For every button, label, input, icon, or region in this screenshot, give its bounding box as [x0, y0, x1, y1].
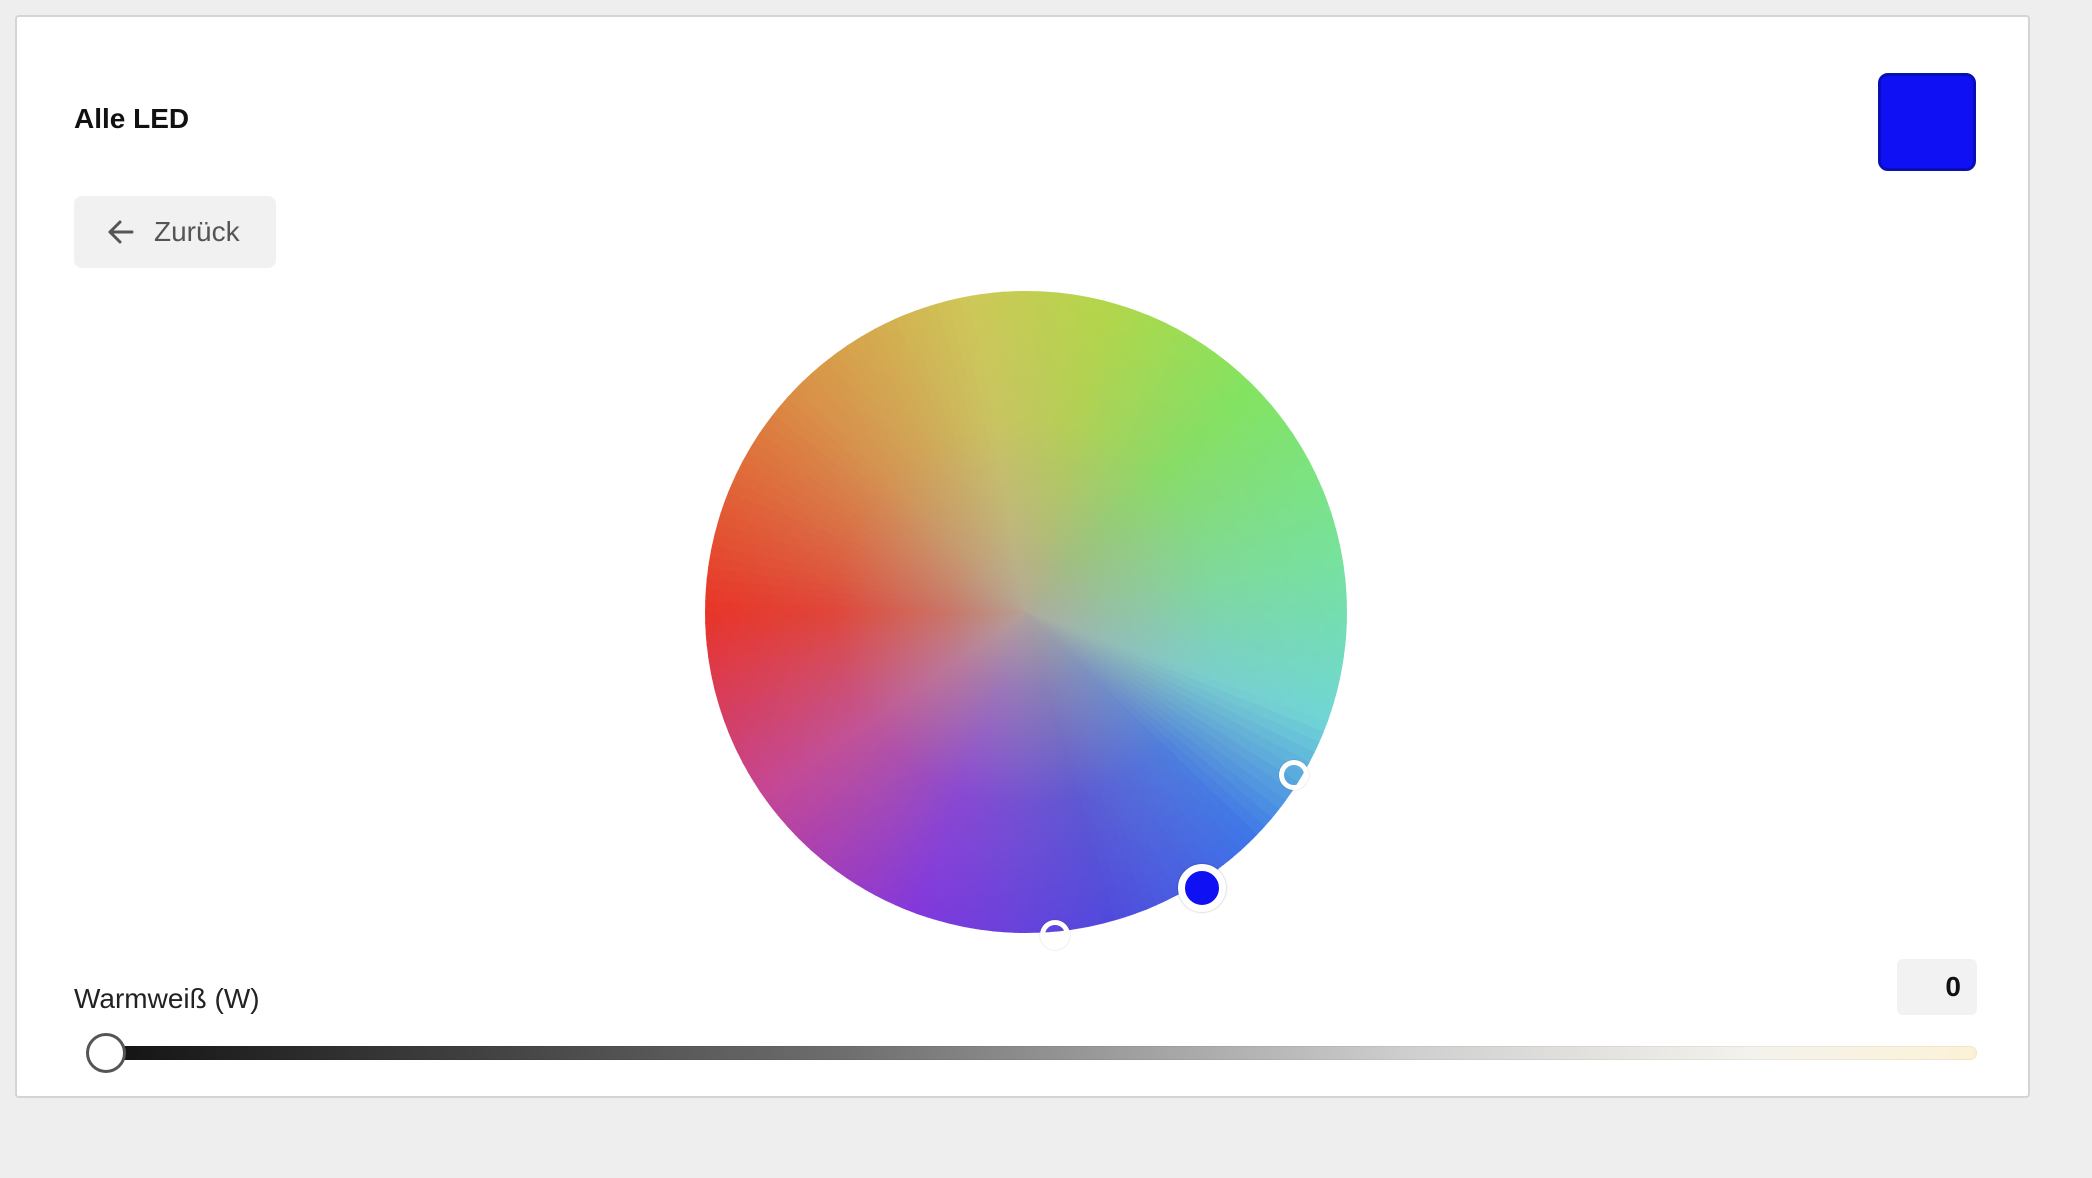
purple-handle[interactable]: [1040, 920, 1070, 950]
back-button-label: Zurück: [154, 216, 240, 247]
warmweiss-label: Warmweiß (W): [74, 983, 260, 1014]
led-control-card: Alle LED Zurück Warmweiß (W) 0: [15, 15, 2030, 1098]
back-button[interactable]: Zurück: [74, 196, 276, 268]
warmweiss-value[interactable]: 0: [1897, 959, 1977, 1015]
arrow-left-icon: [106, 217, 136, 247]
warmweiss-slider-track[interactable]: [89, 1046, 1977, 1060]
color-wheel[interactable]: [705, 291, 1347, 950]
warmweiss-slider-thumb[interactable]: [86, 1033, 126, 1073]
page-title: Alle LED: [74, 103, 190, 134]
selected-color-handle[interactable]: [1178, 864, 1226, 912]
light-blue-handle[interactable]: [1279, 760, 1309, 790]
current-color-swatch[interactable]: [1878, 73, 1976, 171]
